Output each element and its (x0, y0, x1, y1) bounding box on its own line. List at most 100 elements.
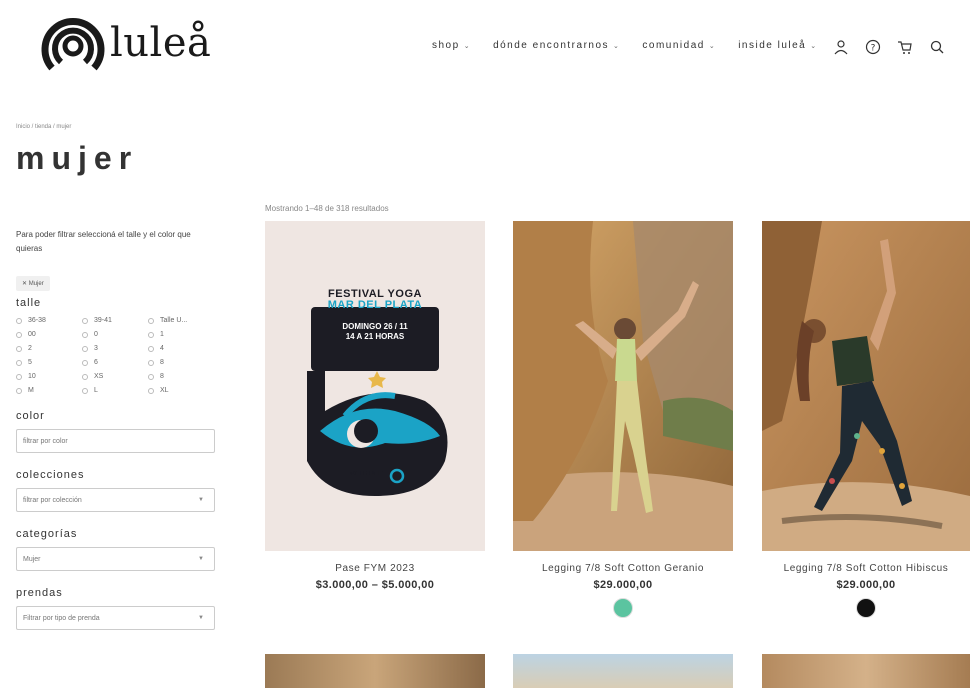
size-option[interactable]: 4 (148, 343, 214, 354)
result-count: Mostrando 1–48 de 318 resultados (265, 204, 389, 213)
page-title: mujer (16, 140, 139, 176)
product-image[interactable] (513, 654, 733, 688)
prendas-select-value: Filtrar por tipo de prenda (23, 614, 100, 622)
nav-donde[interactable]: dónde encontrarnos ⌄ (493, 40, 620, 51)
chevron-down-icon: ⌄ (810, 43, 818, 50)
radio-icon[interactable] (82, 317, 88, 324)
size-option-label: XL (160, 387, 169, 394)
product-price: $29.000,00 (593, 579, 653, 591)
nav-donde-label: dónde encontrarnos (493, 40, 610, 51)
radio-icon[interactable] (16, 317, 22, 324)
size-option[interactable]: 39-41 (82, 315, 148, 326)
radio-icon[interactable] (148, 317, 154, 324)
product-image[interactable]: FESTIVAL YOGA MAR DEL PLATA DOMINGO 26 /… (265, 221, 485, 551)
color-swatch[interactable] (856, 598, 876, 618)
size-option[interactable]: XS (82, 371, 148, 382)
filter-sidebar: Para poder filtrar seleccioná el talle y… (16, 228, 216, 630)
size-option[interactable]: 8 (148, 357, 214, 368)
size-option[interactable]: XL (148, 385, 214, 396)
size-option-label: 6 (94, 359, 98, 366)
size-option[interactable]: 0 (82, 329, 148, 340)
nav-inside[interactable]: inside luleå ⌄ (738, 40, 817, 51)
size-option[interactable]: 6 (82, 357, 148, 368)
main-nav: shop ⌄ dónde encontrarnos ⌄ comunidad ⌄ ins… (432, 40, 840, 51)
svg-text:?: ? (871, 44, 876, 54)
help-icon[interactable]: ? (862, 36, 884, 58)
prendas-select[interactable]: Filtrar por tipo de prenda ▼ (16, 606, 215, 630)
nav-shop-label: shop (432, 40, 460, 51)
radio-icon[interactable] (16, 359, 22, 366)
size-option[interactable]: 5 (16, 357, 82, 368)
nav-shop[interactable]: shop ⌄ (432, 40, 471, 51)
color-filter-placeholder: filtrar por color (23, 437, 68, 445)
chevron-down-icon: ⌄ (613, 43, 621, 50)
size-option-label: 5 (28, 359, 32, 366)
chevron-down-icon: ▼ (198, 615, 204, 621)
product-image[interactable] (762, 221, 970, 551)
breadcrumb[interactable]: Inicio / tienda / mujer (16, 124, 71, 130)
radio-icon[interactable] (148, 359, 154, 366)
size-option-label: 8 (160, 359, 164, 366)
size-option-label: 00 (28, 331, 36, 338)
size-option[interactable]: L (82, 385, 148, 396)
size-option[interactable]: 3 (82, 343, 148, 354)
cart-icon[interactable] (894, 36, 916, 58)
radio-icon[interactable] (16, 373, 22, 380)
radio-icon[interactable] (148, 387, 154, 394)
user-icon[interactable] (830, 36, 852, 58)
size-options: 36-38 39-41 Talle U... 00 0 1 2 3 4 5 6 8 10 XS 8 M L XL (16, 315, 216, 396)
product-image[interactable] (513, 221, 733, 551)
radio-icon[interactable] (16, 331, 22, 338)
filter-note: Para poder filtrar seleccioná el talle y… (16, 230, 191, 253)
colecciones-select[interactable]: filtrar por colección ▼ (16, 488, 215, 512)
size-option-label: 3 (94, 345, 98, 352)
categorias-select[interactable]: Mujer ▼ (16, 547, 215, 571)
radio-icon[interactable] (148, 331, 154, 338)
radio-icon[interactable] (82, 331, 88, 338)
size-option-label: Talle U... (160, 317, 188, 324)
talle-title: talle (16, 297, 42, 309)
radio-icon[interactable] (82, 387, 88, 394)
product-image[interactable] (762, 654, 970, 688)
radio-icon[interactable] (16, 387, 22, 394)
brand-name: luleå (110, 20, 212, 66)
chevron-down-icon: ⌄ (708, 43, 717, 50)
chevron-down-icon: ▼ (198, 556, 204, 562)
product-image[interactable] (265, 654, 485, 688)
size-option[interactable]: 8 (148, 371, 214, 382)
color-swatch[interactable] (613, 598, 633, 618)
search-icon[interactable] (926, 36, 948, 58)
active-filter-chip[interactable]: ✕ Mujer (16, 276, 50, 291)
size-option[interactable]: 10 (16, 371, 82, 382)
product-name[interactable]: Pase FYM 2023 (265, 563, 485, 574)
logo-mark-icon (41, 17, 105, 71)
radio-icon[interactable] (82, 359, 88, 366)
size-option[interactable]: 2 (16, 343, 82, 354)
product-name[interactable]: Legging 7/8 Soft Cotton Geranio (513, 563, 733, 574)
color-title: color (16, 410, 45, 422)
size-option[interactable]: Talle U... (148, 315, 214, 326)
categorias-select-value: Mujer (23, 555, 41, 563)
brand-logo[interactable]: luleå (40, 10, 211, 76)
size-option-label: 2 (28, 345, 32, 352)
radio-icon[interactable] (148, 373, 154, 380)
size-option[interactable]: 00 (16, 329, 82, 340)
radio-icon[interactable] (82, 345, 88, 352)
nav-comunidad[interactable]: comunidad ⌄ (642, 40, 716, 51)
header-icons: ? (830, 36, 958, 58)
colecciones-title: colecciones (16, 469, 85, 481)
product-price: $3.000,00 – $5.000,00 (315, 579, 435, 591)
radio-icon[interactable] (82, 373, 88, 380)
product-name[interactable]: Legging 7/8 Soft Cotton Hibiscus (762, 563, 970, 574)
radio-icon[interactable] (16, 345, 22, 352)
product-card[interactable]: Legging 7/8 Soft Cotton Hibiscus $29.000… (762, 221, 970, 618)
color-filter-input[interactable]: filtrar por color (16, 429, 215, 453)
product-card[interactable]: Legging 7/8 Soft Cotton Geranio $29.000,… (513, 221, 733, 618)
size-option[interactable]: 36-38 (16, 315, 82, 326)
product-card[interactable]: FESTIVAL YOGA MAR DEL PLATA DOMINGO 26 /… (265, 221, 485, 591)
size-option[interactable]: M (16, 385, 82, 396)
size-option[interactable]: 1 (148, 329, 214, 340)
radio-icon[interactable] (148, 345, 154, 352)
nav-comunidad-label: comunidad (642, 40, 705, 51)
prendas-title: prendas (16, 587, 63, 599)
